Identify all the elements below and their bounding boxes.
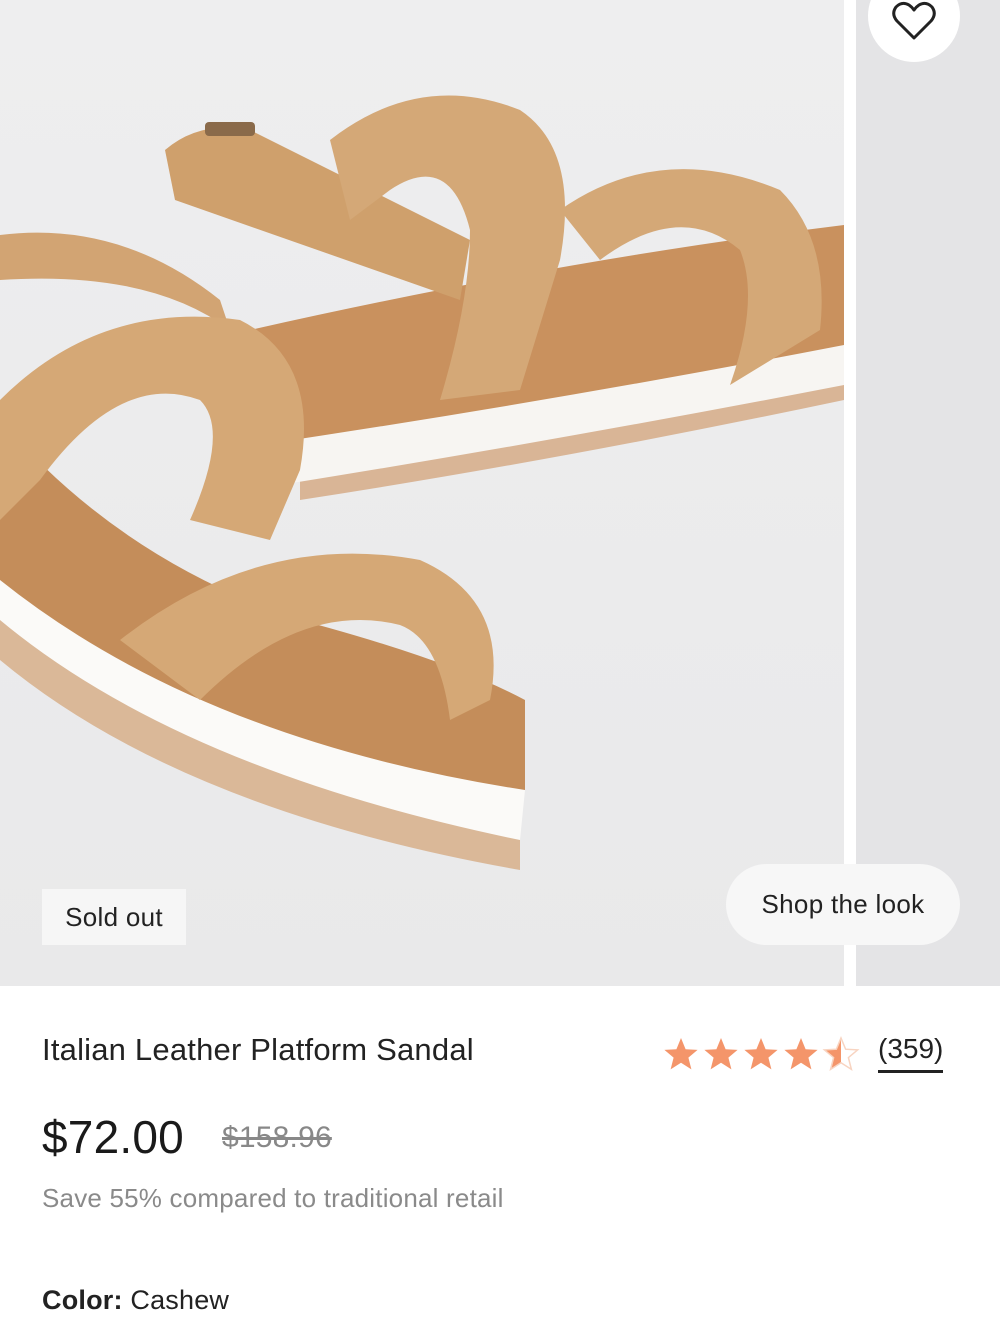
back-buckle bbox=[205, 122, 255, 136]
heart-icon bbox=[892, 1, 936, 40]
star-half-icon bbox=[822, 1035, 860, 1071]
shop-the-look-button[interactable]: Shop the look bbox=[726, 864, 960, 945]
next-product-image[interactable] bbox=[856, 0, 1000, 986]
savings-text: Save 55% compared to traditional retail bbox=[42, 1183, 504, 1213]
rating-stars bbox=[662, 1035, 860, 1072]
review-count-link[interactable]: (359) bbox=[878, 1034, 944, 1073]
product-image[interactable] bbox=[0, 0, 844, 986]
product-image-gallery[interactable]: Sold out Shop the look bbox=[0, 0, 1000, 986]
color-selection: Color: Cashew bbox=[42, 1285, 229, 1316]
sold-out-badge: Sold out bbox=[42, 889, 186, 945]
star-full-icon bbox=[664, 1037, 698, 1069]
star-full-icon bbox=[784, 1037, 818, 1069]
star-full-icon bbox=[744, 1037, 778, 1069]
sandal-illustration bbox=[0, 95, 844, 870]
star-full-icon bbox=[704, 1037, 738, 1069]
color-label: Color: bbox=[42, 1285, 123, 1315]
sale-price: $72.00 bbox=[42, 1111, 184, 1163]
front-heel-strap bbox=[0, 232, 230, 330]
retail-price: $158.96 bbox=[222, 1121, 332, 1154]
color-value: Cashew bbox=[130, 1285, 230, 1315]
image-divider bbox=[844, 0, 856, 986]
product-rating[interactable]: (359) bbox=[662, 1034, 944, 1073]
product-title: Italian Leather Platform Sandal bbox=[42, 1032, 474, 1067]
